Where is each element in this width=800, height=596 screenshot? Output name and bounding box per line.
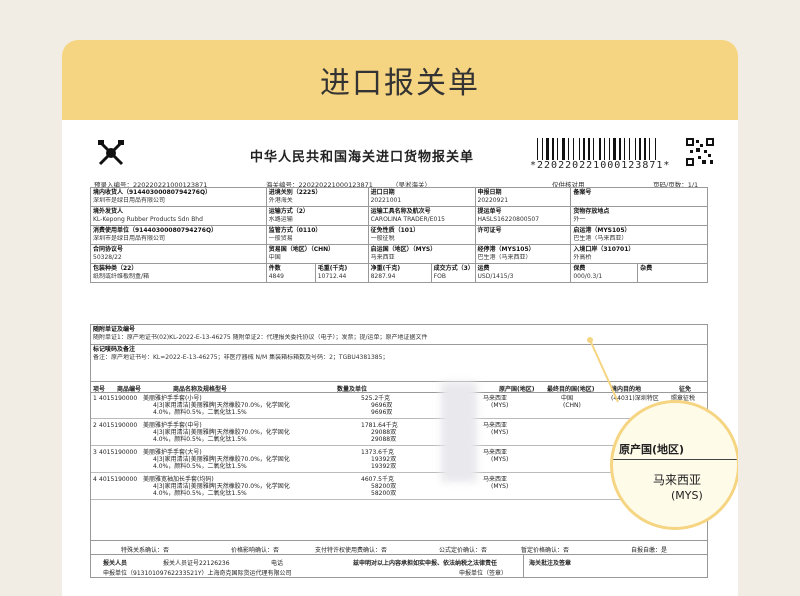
goods-code: 4015190000	[99, 422, 138, 429]
misc-cell: 杂费	[637, 263, 708, 283]
levy-cell: 征免性质（101） 一般征税	[367, 225, 476, 245]
bill-cell: 提运单号 HASLS16220800507	[474, 206, 572, 226]
transit-port-cell: 经停港（MYS105） 巴生港（马来西亚）	[474, 244, 572, 264]
pieces-gross-cell: 件数 4849 毛重(千克) 10712.44	[265, 263, 369, 283]
declarant-label: 报关人员	[103, 560, 128, 567]
redacted-area	[441, 382, 477, 482]
declaring-unit: 申报单位（91310109762233521Y）上海奇克国际货运代理有限公司	[103, 570, 292, 577]
supervision-cell: 监管方式（0110） 一般贸易	[265, 225, 369, 245]
goods-origin-code: (MYS)	[491, 483, 509, 490]
goods-qty-pairs-2: 29088双	[371, 436, 397, 443]
goods-code: 4015190000	[99, 476, 138, 483]
customs-emblem-icon	[98, 140, 124, 166]
origin-country-cell: 启运国（地区）（MYS） 马来西亚	[367, 244, 476, 264]
package-cell: 包装种类（22） 纸制或纤维板制盒/箱	[90, 263, 267, 283]
insurance-cell: 保费 000/0.3/1	[570, 263, 639, 283]
contract-cell: 合同协议号 50328/22	[90, 244, 267, 264]
declare-date-cell: 申报日期 20220921	[474, 187, 572, 207]
special-relation: 特殊关系确认：否	[121, 547, 170, 554]
goods-spec-2: 4.0%，颜料0.5%，二氧化钛1.5%	[153, 463, 247, 470]
magnified-origin-header: 原产国(地区)	[619, 443, 685, 456]
entry-place-cell: 入境口岸（310701） 外高桥	[570, 244, 708, 264]
goods-qty-pairs-2: 58200双	[371, 490, 397, 497]
barcode-icon	[537, 138, 679, 160]
goods-origin-code: (MYS)	[491, 402, 509, 409]
goods-spec-2: 4.0%，颜料0.5%，二氧化钛1.5%	[153, 490, 247, 497]
document-title: 中华人民共和国海关进口货物报关单	[250, 150, 475, 165]
shipper-cell: 境外发货人 KL-Kepong Rubber Products Sdn Bhd	[90, 206, 267, 226]
vessel-cell: 运输工具名称及航次号 CAROLINA TRADER/E015	[367, 206, 476, 226]
header-banner: 进口报关单	[62, 40, 738, 120]
declarant-number: 报关人员证号22126236	[163, 560, 230, 567]
consumer-cell: 消费使用单位（91440300080794276Q） 深圳市是绿日用品有限公司	[90, 225, 267, 245]
formula-pricing: 公式定价确认：否	[439, 547, 488, 554]
document-card: 进口报关单 中华人民共和国海关进口货物报关单 *2202202210001238…	[62, 40, 738, 596]
goods-origin-code: (MYS)	[491, 456, 509, 463]
freight-cell: 运费 USD/1415/3	[474, 263, 572, 283]
transport-cell: 运输方式（2） 水路运输	[265, 206, 369, 226]
goods-spec-2: 4.0%，颜料0.5%，二氧化钛1.5%	[153, 409, 247, 416]
record-cell: 备案号	[570, 187, 708, 207]
entry-port-cell: 进境关别（2225） 外港海关	[265, 187, 369, 207]
qr-code-icon	[686, 138, 714, 166]
departure-port-cell: 启运港（MYS105） 巴生港（马来西亚）	[570, 225, 708, 245]
goods-domestic: (44031)深圳特区	[611, 395, 659, 402]
remarks-section: 标记唛码及备注 备注：原产地证书号：KL=2022-E-13-46275；非医疗…	[90, 344, 708, 381]
magnified-origin-code: (MYS)	[671, 489, 703, 502]
goods-no: 2	[93, 422, 97, 429]
self-pay: 自报自缴：是	[631, 547, 668, 554]
royalty-confirm: 支付特许权使用费确认：否	[315, 547, 388, 554]
barcode-number: *22022022100012387​1*	[530, 160, 671, 171]
license-cell: 许可证号	[474, 225, 572, 245]
import-date-cell: 进口日期 20221001	[367, 187, 476, 207]
magnified-origin-value: 马来西亚	[653, 473, 702, 487]
magnifier-callout: 原产国(地区) 马来西亚 (MYS)	[610, 400, 738, 530]
legal-statement: 兹申明对以上内容承担如实申报、依法纳税之法律责任	[353, 560, 498, 567]
consignee-cell: 境内收货人（91440300080794276Q） 深圳市是绿日用品有限公司	[90, 187, 267, 207]
price-effect: 价格影响确认：否	[231, 547, 280, 554]
declaration-footer: 特殊关系确认：否 价格影响确认：否 支付特许权使用费确认：否 公式定价确认：否 …	[90, 541, 708, 578]
net-deal-cell: 净重(千克) 8287.94 成交方式（3） FOB	[367, 263, 476, 283]
customs-approval: 海关批注及签章	[529, 560, 572, 567]
storage-cell: 货物存放地点 外一	[570, 206, 708, 226]
trade-country-cell: 贸易国（地区）（CHN） 中国	[265, 244, 369, 264]
goods-qty-pairs-2: 9696双	[371, 409, 393, 416]
header-fields-table: 境内收货人（91440300080794276Q） 深圳市是绿日用品有限公司 进境…	[90, 187, 708, 283]
goods-no: 4	[93, 476, 97, 483]
provisional-price: 暂定价格确认：否	[521, 547, 570, 554]
goods-no: 1	[93, 395, 97, 402]
goods-origin-code: (MYS)	[491, 429, 509, 436]
attachments-section: 随附单证及编号 随附单证1：原产地证书(02)KL-2022-E-13-4627…	[90, 324, 708, 344]
unit-seal: 申报单位（签章）	[459, 570, 508, 577]
goods-qty-pairs-2: 19392双	[371, 463, 397, 470]
goods-no: 3	[93, 449, 97, 456]
goods-code: 4015190000	[99, 449, 138, 456]
goods-spec-2: 4.0%，颜料0.5%，二氧化钛1.5%	[153, 436, 247, 443]
page-title: 进口报关单	[320, 66, 480, 101]
goods-code: 4015190000	[99, 395, 138, 402]
phone-label: 电话	[271, 560, 284, 567]
goods-dest-code: (CHN)	[563, 402, 581, 409]
